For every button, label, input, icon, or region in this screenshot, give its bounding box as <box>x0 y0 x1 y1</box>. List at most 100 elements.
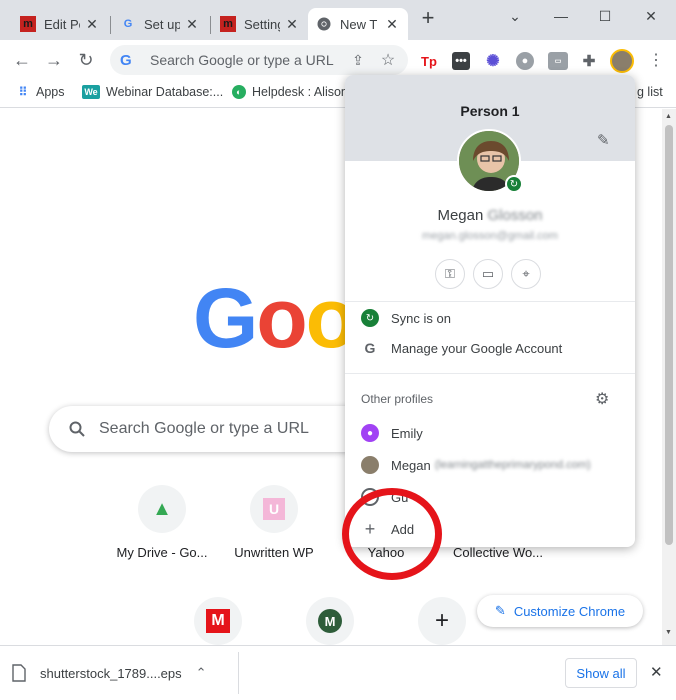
google-g-icon: G <box>120 51 132 69</box>
manage-account-row[interactable]: G Manage your Google Account <box>361 334 621 362</box>
shortcut-my-drive[interactable]: ▲ My Drive - Go... <box>106 485 218 560</box>
pencil-icon: ✎ <box>494 603 506 618</box>
forward-icon[interactable]: → <box>42 48 66 72</box>
ext-tp-icon[interactable]: Tp <box>420 52 438 70</box>
ntp-search-placeholder: Search Google or type a URL <box>99 420 309 437</box>
profile-menu: Person 1 ✎ ↻ Megan Glosson megan.glosson… <box>345 75 635 547</box>
scrollbar-thumb[interactable] <box>665 125 673 545</box>
file-icon <box>12 664 26 682</box>
close-icon[interactable]: ✕ <box>84 16 100 32</box>
customize-chrome-button[interactable]: ✎ Customize Chrome <box>477 595 643 627</box>
sync-row[interactable]: ↻ Sync is on <box>361 304 621 332</box>
profile-menu-title: Person 1 <box>460 103 520 119</box>
omnibox-placeholder: Search Google or type a URL <box>150 52 334 68</box>
gear-icon[interactable]: ⚙ <box>595 389 609 409</box>
ext-circle-icon[interactable]: ● <box>516 52 534 70</box>
close-icon[interactable]: ✕ <box>650 663 663 681</box>
google-drive-icon: ▲ <box>138 485 186 533</box>
download-item[interactable]: shutterstock_1789....eps ⌃ <box>12 656 232 690</box>
tab-title: Edit Po <box>44 16 80 32</box>
bookmark-reading-list[interactable]: g list <box>637 85 663 99</box>
edit-pencil-icon[interactable]: ✎ <box>597 131 610 149</box>
sync-label: Sync is on <box>391 310 451 326</box>
maximize-icon[interactable]: ☐ <box>590 6 620 26</box>
tab-separator <box>110 16 111 34</box>
ext-gear-icon[interactable]: ✺ <box>484 52 502 70</box>
tab-separator <box>210 16 211 34</box>
tab-strip: m Edit Po ✕ G Set up ✕ m Setting ✕ New T… <box>0 0 676 40</box>
google-g-icon: G <box>123 18 133 30</box>
divider <box>345 373 635 374</box>
bookmark-label: Apps <box>36 85 65 99</box>
scroll-down-icon[interactable]: ▼ <box>665 629 672 636</box>
profile-row-name: Megan <box>391 457 431 473</box>
bookmark-apps[interactable]: ⠿ Apps <box>16 85 65 99</box>
ext-box-icon[interactable]: ▭ <box>548 52 568 70</box>
new-tab-button[interactable]: + <box>413 5 443 30</box>
bookmark-webinar[interactable]: We Webinar Database:... <box>82 85 223 99</box>
m-green-icon: M <box>306 597 354 645</box>
close-icon[interactable]: ✕ <box>184 16 200 32</box>
download-divider <box>238 652 239 694</box>
m-red-icon: M <box>194 597 242 645</box>
divider <box>345 301 635 302</box>
shortcut-label: My Drive - Go... <box>116 545 208 560</box>
profile-email: megan.glosson@gmail.com <box>422 230 558 242</box>
bookmark-label: Webinar Database:... <box>106 85 224 99</box>
shortcut-unwritten-wp[interactable]: U Unwritten WP <box>218 485 330 560</box>
tab-edit-post[interactable]: m Edit Po ✕ <box>12 8 108 40</box>
sync-badge-icon: ↻ <box>505 175 523 193</box>
close-icon[interactable]: ✕ <box>384 16 400 32</box>
profile-row-name: Emily <box>391 425 423 441</box>
minimize-icon[interactable]: — <box>546 6 576 26</box>
toolbar: ← → ↻ G Search Google or type a URL ⇪ ☆ … <box>0 40 676 80</box>
tab-search-icon[interactable]: ⌄ <box>500 6 530 26</box>
helpdesk-icon: ◐ <box>232 85 246 99</box>
tab-set-up[interactable]: G Set up ✕ <box>112 8 208 40</box>
webinar-icon: We <box>82 85 100 99</box>
close-icon[interactable]: ✕ <box>284 16 300 32</box>
annotation-circle <box>342 488 442 580</box>
passwords-key-icon[interactable]: ⚿ <box>435 259 465 289</box>
tab-title: Setting <box>244 16 280 32</box>
google-g-icon: G <box>364 340 376 356</box>
unwritten-icon: U <box>250 485 298 533</box>
bookmark-label: Helpdesk : Alison <box>252 85 348 99</box>
tab-favicon-icon: m <box>220 16 236 32</box>
manage-label: Manage your Google Account <box>391 340 563 356</box>
tab-new-tab[interactable]: New T ✕ <box>308 8 408 40</box>
scroll-up-icon[interactable]: ▲ <box>665 113 672 120</box>
menu-icon[interactable]: ⋮ <box>644 48 668 72</box>
window-close-icon[interactable]: ✕ <box>636 6 666 26</box>
search-icon <box>69 421 85 437</box>
profile-avatar-button[interactable] <box>610 49 634 73</box>
chrome-icon <box>316 16 332 32</box>
payment-card-icon[interactable]: ▭ <box>473 259 503 289</box>
shortcut-label: Collective Wo... <box>452 545 544 560</box>
back-icon[interactable]: ← <box>10 48 34 72</box>
share-icon[interactable]: ⇪ <box>346 48 370 72</box>
scrollbar[interactable]: ▲ ▼ <box>662 109 676 645</box>
shortcut-label: Unwritten WP <box>234 545 314 560</box>
tab-title: New T <box>340 16 378 32</box>
apps-grid-icon: ⠿ <box>18 85 28 99</box>
ntp-search-box[interactable]: Search Google or type a URL <box>49 406 389 452</box>
sync-icon: ↻ <box>361 309 379 327</box>
ext-dots-icon[interactable]: ••• <box>452 52 470 70</box>
tab-favicon-icon: m <box>20 16 36 32</box>
profile-name: Megan Glosson <box>437 207 543 224</box>
show-all-button[interactable]: Show all <box>565 658 637 688</box>
tab-settings[interactable]: m Setting ✕ <box>212 8 308 40</box>
extensions-puzzle-icon[interactable]: ✚ <box>580 52 598 70</box>
plus-icon: + <box>418 597 466 645</box>
bookmark-helpdesk[interactable]: ◐ Helpdesk : Alison <box>232 85 348 99</box>
profile-row-megan[interactable]: Megan (learningattheprimarypond.com) <box>361 451 621 479</box>
bookmark-star-icon[interactable]: ☆ <box>376 48 400 72</box>
tab-title: Set up <box>144 16 180 32</box>
reload-icon[interactable]: ↻ <box>74 48 98 72</box>
addresses-pin-icon[interactable]: ⌖ <box>511 259 541 289</box>
profile-row-emily[interactable]: ● Emily <box>361 419 621 447</box>
chevron-up-icon[interactable]: ⌃ <box>196 665 207 681</box>
download-bar: shutterstock_1789....eps ⌃ Show all ✕ <box>0 645 676 700</box>
person-icon: ● <box>361 424 379 442</box>
